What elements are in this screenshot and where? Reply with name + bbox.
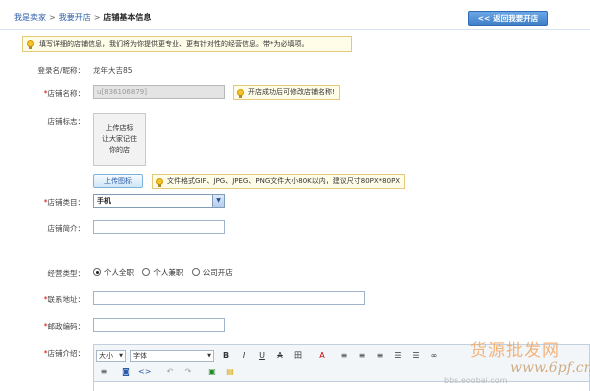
chevron-down-icon: ▼ [207, 353, 211, 359]
notice-text: 填写详细的店铺信息，我们将为你提供更专业、更有针对性的经营信息。带*为必填项。 [39, 40, 309, 48]
login-label: 登录名/昵称： [37, 66, 85, 75]
strikethrough-icon[interactable]: A [274, 350, 286, 362]
logo-label: 店铺标志： [47, 117, 86, 126]
breadcrumb-open-shop[interactable]: 我要开店 [59, 13, 91, 22]
lightbulb-icon [27, 40, 34, 49]
font-color-icon[interactable]: A [316, 350, 328, 362]
zip-label: *邮政编码： [43, 322, 85, 331]
radio-part-time[interactable]: 个人兼职 [142, 267, 183, 278]
back-to-open-shop-button[interactable]: << 返回我要开店 [468, 11, 548, 26]
logo-placeholder-line: 让大家记住 [102, 135, 137, 143]
intro-label: 店铺简介： [47, 224, 86, 233]
source-code-icon[interactable]: <> [138, 366, 151, 378]
font-family-select[interactable]: 字体 ▼ [130, 350, 214, 362]
radio-company[interactable]: 公司开店 [191, 267, 233, 278]
category-label: *店铺类目： [43, 198, 85, 207]
font-size-select[interactable]: 大小 ▼ [96, 350, 126, 362]
underline-icon[interactable]: U [256, 350, 268, 362]
shop-name-label: *店铺名称： [43, 89, 85, 98]
login-value: 龙年大吉85 [93, 66, 133, 75]
attachment-icon[interactable]: ▤ [224, 366, 236, 378]
bold-icon[interactable]: B [220, 350, 232, 362]
double-chevron-left-icon: << [477, 14, 491, 23]
radio-unchecked-icon [142, 268, 151, 276]
link-icon[interactable]: ∞ [428, 350, 440, 362]
redo-icon[interactable]: ↷ [182, 366, 194, 378]
shop-name-input: u[836106879] [93, 85, 225, 99]
shop-name-tip-text: 开店成功后可修改店铺名称! [248, 88, 335, 96]
category-select[interactable]: 手机 ▼ [93, 194, 225, 208]
intro-input[interactable] [93, 220, 225, 234]
info-notice: 填写详细的店铺信息，我们将为你提供更专业、更有针对性的经营信息。带*为必填项。 [22, 36, 352, 52]
description-label: *店铺介绍： [43, 349, 85, 358]
address-label: *联系地址： [43, 295, 85, 304]
chevron-down-icon: ▼ [212, 195, 224, 207]
upload-logo-button[interactable]: 上传图标 [93, 174, 143, 188]
media-icon[interactable]: ▣ [206, 366, 218, 378]
bullet-list-icon[interactable]: ☰ [410, 350, 422, 362]
business-type-label: 经营类型： [47, 269, 86, 278]
logo-placeholder-line: 你的店 [109, 146, 130, 154]
address-input[interactable] [93, 291, 365, 305]
editor-toolbar-row-1: 大小 ▼ 字体 ▼ B I U A 田 A ≡ ≡ ≡ ☰ ☰ ∞ [94, 347, 589, 363]
undo-icon[interactable]: ↶ [164, 366, 176, 378]
lightbulb-icon [237, 89, 244, 98]
logo-placeholder: 上传店标 让大家记住 你的店 [93, 113, 146, 166]
breadcrumb-separator: > [93, 13, 101, 22]
back-button-label: 返回我要开店 [493, 14, 539, 23]
category-selected-value: 手机 [97, 197, 111, 205]
business-type-radio-group: 个人全职 个人兼职 公司开店 [93, 267, 239, 278]
editor-content-area[interactable] [94, 381, 589, 391]
radio-checked-icon [93, 268, 101, 276]
chevron-down-icon: ▼ [119, 353, 123, 359]
align-center-icon[interactable]: ≡ [356, 350, 368, 362]
logo-format-tip: 文件格式GIF、JPG、JPEG、PNG文件大小80K以内，建议尺寸80PX*8… [152, 174, 406, 189]
rich-text-editor: 大小 ▼ 字体 ▼ B I U A 田 A ≡ ≡ ≡ ☰ ☰ ∞ ≡ ◙ <> ↶… [93, 344, 590, 391]
breadcrumb-current: 店铺基本信息 [103, 13, 152, 22]
lightbulb-icon [156, 178, 163, 187]
indent-icon[interactable]: ≡ [98, 366, 110, 378]
breadcrumb-seller[interactable]: 我是卖家 [14, 13, 46, 22]
top-bar: 我是卖家 > 我要开店 > 店铺基本信息 << 返回我要开店 [0, 0, 590, 30]
breadcrumb-separator: > [49, 13, 56, 22]
shop-name-tip: 开店成功后可修改店铺名称! [233, 85, 340, 100]
zip-input[interactable] [93, 318, 225, 332]
table-icon[interactable]: 田 [292, 350, 304, 362]
breadcrumb: 我是卖家 > 我要开店 > 店铺基本信息 [14, 12, 151, 23]
ordered-list-icon[interactable]: ☰ [392, 350, 404, 362]
italic-icon[interactable]: I [238, 350, 250, 362]
logo-tip-text: 文件格式GIF、JPG、JPEG、PNG文件大小80K以内，建议尺寸80PX*8… [167, 177, 401, 185]
align-right-icon[interactable]: ≡ [374, 350, 386, 362]
radio-unchecked-icon [191, 268, 200, 276]
logo-placeholder-line: 上传店标 [105, 124, 134, 132]
align-left-icon[interactable]: ≡ [338, 350, 350, 362]
image-insert-icon[interactable]: ◙ [120, 366, 132, 378]
editor-toolbar-row-2: ≡ ◙ <> ↶ ↷ ▣ ▤ [94, 363, 589, 379]
radio-full-time[interactable]: 个人全职 [93, 267, 134, 278]
